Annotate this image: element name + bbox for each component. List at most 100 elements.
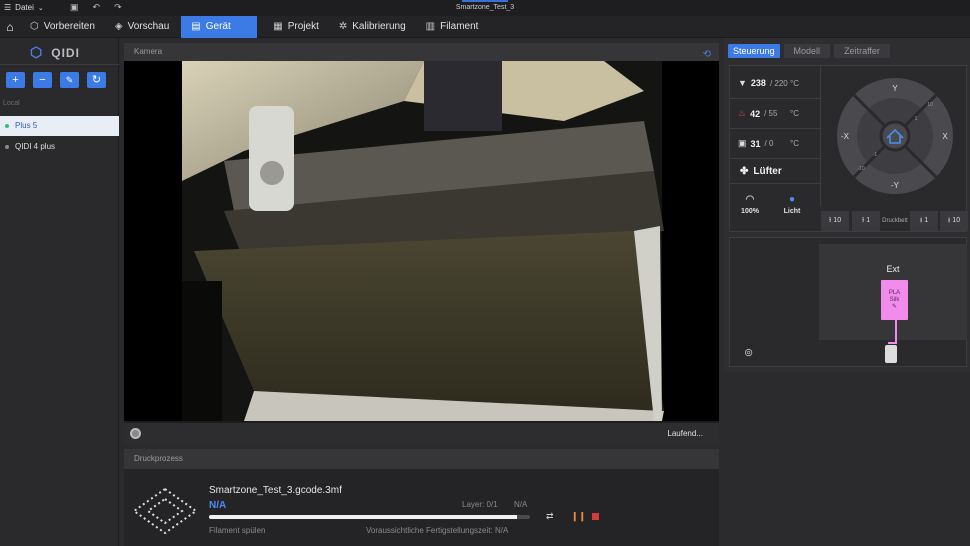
- jog-x-plus[interactable]: X: [942, 132, 948, 141]
- nozzle-temp[interactable]: ▼ 238 / 220 °C: [738, 78, 818, 88]
- minus-icon: −: [39, 74, 46, 86]
- remove-device-button[interactable]: −: [33, 72, 52, 88]
- camera-panel: Kamera ⟲ Laufend...: [124, 43, 719, 444]
- extruder-label: Ext: [886, 264, 900, 274]
- bed-heat-icon: ♨: [738, 108, 747, 118]
- chamber-current: 31: [750, 138, 761, 149]
- chamber-temp[interactable]: ▣ 31 / 0 °C: [738, 138, 818, 149]
- tab-label: Gerät: [205, 21, 231, 32]
- tab-filament[interactable]: ▥ Filament: [416, 16, 489, 38]
- z-down-10-button[interactable]: ⭳ 10: [940, 211, 968, 231]
- extruder-head-icon: [885, 345, 897, 363]
- arrow-up-icon: ⭱: [828, 217, 832, 224]
- light-control[interactable]: ● Licht: [777, 194, 807, 215]
- stop-icon[interactable]: [592, 513, 599, 520]
- z-step-label: 1: [866, 217, 871, 224]
- tab-geraet[interactable]: ▤ Gerät: [181, 15, 258, 38]
- local-section-label: Local: [3, 100, 20, 107]
- refresh-print-icon[interactable]: ⇄: [546, 511, 554, 522]
- speed-control[interactable]: ◠ 100%: [735, 194, 765, 215]
- jog-step-10[interactable]: 10: [927, 102, 933, 108]
- window-title: Smartzone_Test_3: [455, 4, 515, 11]
- jog-x-minus[interactable]: -X: [841, 132, 850, 141]
- tab-label: Projekt: [287, 21, 319, 32]
- filament-variant: Silk: [889, 297, 900, 303]
- z-up-10-button[interactable]: ⭱ 10: [821, 211, 849, 231]
- tab-vorbereiten[interactable]: ⬡ Vorbereiten: [20, 16, 105, 38]
- tab-projekt[interactable]: ▦ Projekt: [263, 16, 329, 38]
- tab-kalibrierung[interactable]: ✲ Kalibrierung: [329, 16, 416, 38]
- spool-edit-icon: ✎: [891, 304, 898, 310]
- qidi-hex-icon: ⬡: [30, 44, 44, 60]
- device-label: Plus 5: [15, 121, 38, 130]
- tab-modell[interactable]: Modell: [783, 44, 831, 58]
- jog-y-plus[interactable]: Y: [892, 84, 898, 93]
- chamber-target: / 0: [764, 139, 774, 148]
- camera-feed: [124, 61, 719, 421]
- disk-settings-icon[interactable]: ⊚: [744, 346, 753, 359]
- speedometer-icon: ◠: [745, 194, 755, 205]
- layer-label: Layer: 0/1: [462, 500, 498, 509]
- row-divider: [730, 183, 820, 184]
- jog-control[interactable]: Y -Y X -X 10 1 -1 -10: [835, 76, 955, 196]
- extruder-box: Ext PLA Silk ✎ ⊚: [729, 237, 967, 367]
- filament-spool[interactable]: PLA Silk ✎: [881, 280, 908, 320]
- record-icon[interactable]: [130, 428, 141, 439]
- fan-control[interactable]: ✤ Lüfter: [740, 166, 782, 177]
- print-progress-panel: Druckprozess Smartzone_Test_3.gcode.3mf …: [124, 449, 719, 546]
- z-step-label: 1: [924, 217, 929, 224]
- z-down-1-button[interactable]: ⭳ 1: [910, 211, 938, 231]
- status-dot: [5, 145, 9, 149]
- right-panel-empty-area: [724, 372, 970, 546]
- edit-device-button[interactable]: ✎: [60, 72, 79, 88]
- bed-temp[interactable]: ♨ 42 / 55 °C: [738, 108, 818, 119]
- camera-title: Kamera: [134, 47, 163, 56]
- print-stage: Filament spülen: [209, 526, 266, 535]
- light-label: Licht: [783, 208, 801, 215]
- lightbulb-icon: ●: [788, 194, 796, 205]
- model-thumbnail: [132, 487, 198, 535]
- z-up-1-button[interactable]: ⭱ 1: [852, 211, 880, 231]
- camera-image: [182, 61, 664, 421]
- jog-step-minus-1[interactable]: -1: [873, 152, 878, 158]
- control-divider: [820, 66, 821, 206]
- refresh-devices-button[interactable]: ↻: [87, 72, 106, 88]
- z-bed-label: Druckbett: [882, 218, 908, 224]
- nozzle-current: 238: [750, 78, 766, 88]
- cube-icon: ⬡: [30, 21, 39, 32]
- tab-label: Filament: [440, 21, 479, 32]
- nozzle-target: / 220: [769, 78, 788, 88]
- pause-icon[interactable]: ❙❙: [571, 511, 586, 522]
- bed-unit: °C: [790, 109, 799, 118]
- project-icon: ▦: [273, 21, 283, 32]
- calibration-icon: ✲: [338, 21, 348, 32]
- edit-icon: ✎: [65, 75, 74, 85]
- device-item-plus-5[interactable]: Plus 5: [0, 116, 119, 136]
- chamber-icon: ▣: [738, 138, 747, 148]
- device-sidebar: ⬡ QIDI + − ✎ ↻ Local Plus 5 QIDI 4 plus: [0, 38, 119, 546]
- tab-zeitraffer[interactable]: Zeitraffer: [834, 44, 890, 58]
- arrow-down-icon: ⭳: [947, 217, 951, 224]
- jog-y-minus[interactable]: -Y: [891, 181, 900, 190]
- jog-step-1[interactable]: 1: [915, 116, 918, 122]
- home-icon[interactable]: ⌂: [0, 20, 20, 34]
- camera-footer: Laufend...: [124, 423, 719, 444]
- jog-step-minus-10[interactable]: -10: [857, 166, 864, 172]
- z-step-label: 10: [952, 217, 961, 224]
- row-divider: [730, 158, 820, 159]
- filament-path: [895, 320, 897, 343]
- print-progress-header: Druckprozess: [124, 449, 719, 469]
- nozzle-unit: °C: [790, 78, 799, 88]
- tab-label: Kalibrierung: [352, 21, 406, 32]
- filament-path: [888, 342, 897, 344]
- arrow-up-icon: ⭱: [861, 217, 865, 224]
- device-item-qidi-4-plus[interactable]: QIDI 4 plus: [0, 137, 119, 157]
- device-icon: ▤: [191, 21, 201, 32]
- tab-vorschau[interactable]: ◈ Vorschau: [105, 16, 179, 38]
- tab-steuerung[interactable]: Steuerung: [728, 44, 780, 58]
- plus-icon: +: [12, 74, 19, 86]
- status-dot: [5, 124, 9, 128]
- add-device-button[interactable]: +: [6, 72, 25, 88]
- camera-header: Kamera ⟲: [124, 43, 719, 61]
- fan-icon: ✤: [740, 166, 749, 177]
